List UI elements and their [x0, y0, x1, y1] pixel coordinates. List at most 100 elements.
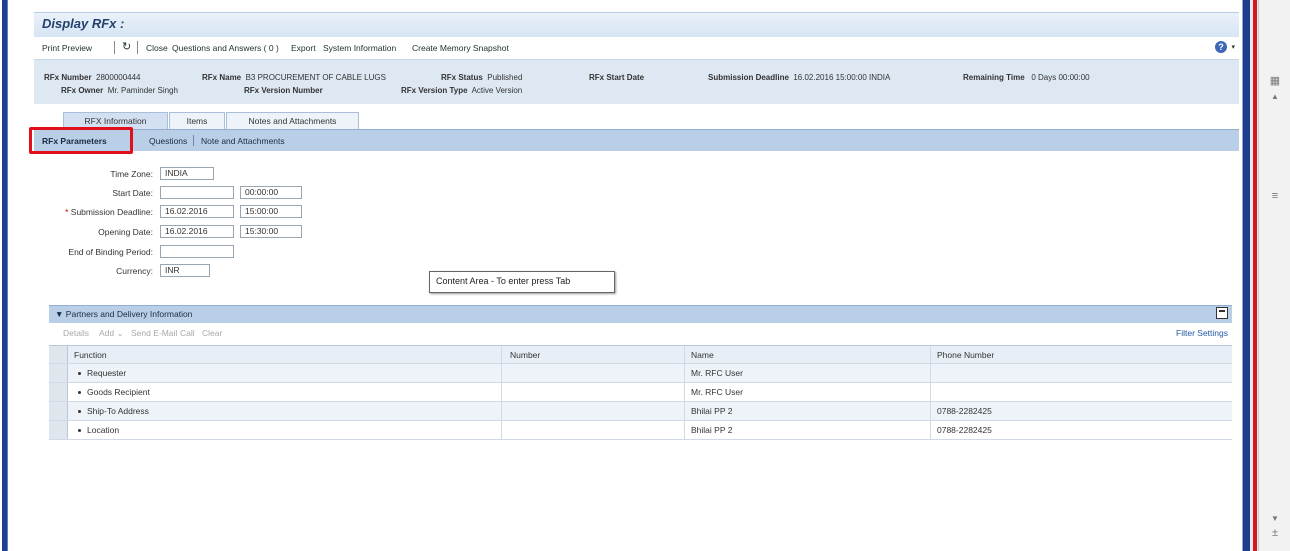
clear-button[interactable]: Clear	[202, 328, 222, 338]
row-selector[interactable]	[49, 383, 68, 401]
add-button[interactable]: Add ⌄	[99, 328, 124, 339]
phone-cell: 0788-2282425	[937, 406, 992, 416]
subtab-note-and-attachments[interactable]: Note and Attachments	[201, 136, 285, 146]
opening-time-field[interactable]: 15:30:00	[240, 225, 302, 238]
rfx-status-label: RFx Status	[441, 73, 483, 82]
function-cell: Ship-To Address	[68, 402, 502, 420]
submission-deadline-form-label: * Submission Deadline:	[43, 207, 153, 217]
call-button[interactable]: Call	[180, 328, 195, 338]
rfx-header-info: RFx Number 2800000444 RFx Name B3 PROCUR…	[34, 60, 1239, 104]
phone-cell: 0788-2282425	[937, 425, 992, 435]
row-selector[interactable]	[49, 402, 68, 420]
table-row[interactable]: Goods Recipient Mr. RFC User	[49, 383, 1232, 402]
time-zone-label: Time Zone:	[110, 169, 153, 179]
triangle-down-icon[interactable]: ▼	[55, 309, 63, 319]
toolbar-separator	[114, 41, 115, 54]
submission-deadline-label: Submission Deadline	[708, 73, 789, 82]
left-window-border	[2, 0, 8, 551]
number-cell	[502, 364, 685, 382]
row-selector[interactable]	[49, 364, 68, 382]
toolbar: Print Preview ↻ Close Questions and Answ…	[34, 37, 1239, 60]
phone-cell	[931, 364, 1232, 382]
rfx-number-value: 2800000444	[96, 73, 141, 82]
subtab-questions[interactable]: Questions	[149, 136, 187, 146]
column-header-number[interactable]: Number	[502, 346, 685, 364]
remaining-time-label: Remaining Time	[963, 73, 1025, 82]
filter-settings-link[interactable]: Filter Settings	[1176, 328, 1228, 338]
name-cell: Mr. RFC User	[685, 383, 931, 401]
partners-title-text: Partners and Delivery Information	[65, 309, 193, 319]
column-header-name[interactable]: Name	[685, 346, 931, 364]
function-cell: Requester	[68, 364, 502, 382]
submission-deadline-label-text: Submission Deadline:	[70, 207, 153, 217]
close-button[interactable]: Close	[146, 43, 168, 53]
scroll-down-icon[interactable]: ▼	[1259, 514, 1290, 523]
table-row[interactable]: Ship-To Address Bhilai PP 2 0788-2282425	[49, 402, 1232, 421]
submission-deadline-time-field[interactable]: 15:00:00	[240, 205, 302, 218]
partners-panel-header[interactable]: ▼ Partners and Delivery Information	[49, 305, 1232, 323]
menu-icon[interactable]: ≡	[1259, 190, 1290, 202]
number-cell	[502, 421, 685, 439]
add-icon[interactable]: ±	[1259, 527, 1290, 539]
select-all-cell[interactable]	[49, 346, 68, 363]
function-text: Location	[87, 425, 120, 435]
chevron-down-icon[interactable]: ▾	[1231, 43, 1235, 51]
create-memory-snapshot-button[interactable]: Create Memory Snapshot	[412, 43, 509, 53]
table-header-row: Function Number Name Phone Number	[49, 345, 1232, 364]
rfx-name-label: RFx Name	[202, 73, 242, 82]
opening-date-label: Opening Date:	[98, 227, 153, 237]
start-time-field[interactable]: 00:00:00	[240, 186, 302, 199]
function-text: Goods Recipient	[87, 387, 150, 397]
details-button[interactable]: Details	[63, 328, 89, 338]
partners-toolbar: Details Add ⌄ Send E-Mail Call Clear Fil…	[49, 323, 1232, 343]
end-binding-period-field[interactable]	[160, 245, 234, 258]
column-header-phone[interactable]: Phone Number	[931, 346, 1232, 364]
name-cell: Bhilai PP 2	[685, 402, 931, 420]
questions-answers-button[interactable]: Questions and Answers ( 0 )	[172, 43, 279, 53]
print-preview-button[interactable]: Print Preview	[42, 43, 92, 53]
currency-label: Currency:	[116, 266, 153, 276]
subtab-separator	[193, 135, 194, 146]
submission-deadline-date-field[interactable]: 16.02.2016	[160, 205, 234, 218]
remaining-time-value: 0 Days 00:00:00	[1031, 73, 1090, 82]
start-date-field[interactable]	[160, 186, 234, 199]
table-row[interactable]: Requester Mr. RFC User	[49, 364, 1232, 383]
refresh-icon[interactable]: ↻	[122, 40, 131, 53]
bullet-icon	[78, 391, 81, 395]
tab-items[interactable]: Items	[169, 112, 225, 129]
subtab-bar: RFx Parameters Questions Note and Attach…	[34, 129, 1239, 151]
bullet-icon	[78, 429, 81, 433]
export-button[interactable]: Export	[291, 43, 316, 53]
help-icon[interactable]: ?	[1215, 41, 1227, 53]
rfx-status-value: Published	[487, 73, 523, 82]
time-zone-field[interactable]: INDIA	[160, 167, 214, 180]
rfx-version-type-value: Active Version	[471, 86, 523, 95]
currency-field[interactable]: INR	[160, 264, 210, 277]
rfx-version-number-label: RFx Version Number	[244, 86, 323, 95]
side-scrollbar-panel[interactable]: ▦ ▲ ≡ ▼ ±	[1258, 0, 1290, 551]
panel-icon[interactable]: ▦	[1259, 74, 1290, 87]
start-date-label: Start Date:	[112, 188, 153, 198]
function-cell: Location	[68, 421, 502, 439]
page-title: Display RFx :	[42, 16, 125, 31]
opening-date-field[interactable]: 16.02.2016	[160, 225, 234, 238]
row-selector[interactable]	[49, 421, 68, 439]
rfx-start-date-label: RFx Start Date	[589, 73, 645, 82]
number-cell	[502, 402, 685, 420]
bullet-icon	[78, 372, 81, 376]
scroll-up-icon[interactable]: ▲	[1259, 92, 1290, 101]
system-information-button[interactable]: System Information	[323, 43, 396, 53]
tab-notes-and-attachments[interactable]: Notes and Attachments	[226, 112, 359, 129]
phone-cell	[931, 383, 1232, 401]
rfx-owner-value: Mr. Paminder Singh	[107, 86, 178, 95]
send-email-button[interactable]: Send E-Mail	[131, 328, 177, 338]
toolbar-separator	[137, 41, 138, 54]
partners-panel-title: ▼ Partners and Delivery Information	[55, 309, 192, 319]
red-divider	[1253, 0, 1257, 551]
highlight-box	[29, 127, 133, 154]
number-cell	[502, 383, 685, 401]
table-row[interactable]: Location Bhilai PP 2 0788-2282425	[49, 421, 1232, 440]
collapse-button[interactable]	[1216, 307, 1228, 319]
tooltip: Content Area - To enter press Tab	[429, 271, 615, 293]
column-header-function[interactable]: Function	[68, 346, 502, 364]
